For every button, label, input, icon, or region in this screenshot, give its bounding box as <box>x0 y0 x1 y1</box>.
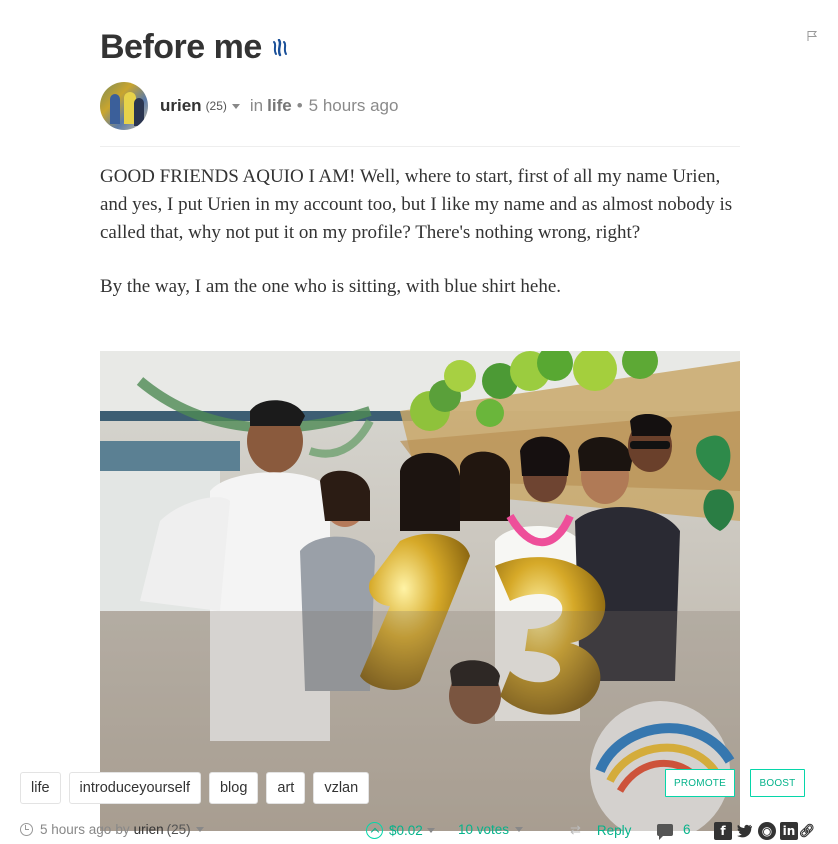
category-link[interactable]: life <box>267 96 292 116</box>
post-photo <box>100 351 740 831</box>
link-icon[interactable]: 🔗︎ <box>799 822 816 840</box>
author-reputation: (25) <box>205 99 227 113</box>
clock-icon <box>20 823 33 836</box>
votes-dropdown-icon[interactable] <box>515 827 524 832</box>
reply-link[interactable]: Reply <box>597 823 632 838</box>
linkedin-icon[interactable]: in <box>780 822 798 840</box>
divider <box>100 146 740 147</box>
share-icons: f ◉ in 🔗︎ <box>714 822 816 840</box>
reply-control: ⇄ Reply <box>570 822 631 838</box>
comments-icon[interactable] <box>657 823 673 840</box>
avatar[interactable] <box>100 82 148 130</box>
flag-icon[interactable] <box>806 30 818 42</box>
resteem-icon[interactable]: ⇄ <box>570 822 581 838</box>
facebook-icon[interactable]: f <box>714 822 732 840</box>
vote-control: $0.02 <box>366 822 445 839</box>
promote-button[interactable]: PROMOTE <box>665 769 735 797</box>
meta-separator: • <box>296 96 303 115</box>
reddit-icon[interactable]: ◉ <box>758 822 776 840</box>
comments-count[interactable]: 6 <box>683 822 691 837</box>
post-footer: 5 hours ago by urien (25) $0.02 10 votes… <box>20 818 830 842</box>
footer-time-ago: 5 hours ago <box>40 822 112 837</box>
footer-author-link[interactable]: urien <box>134 822 164 837</box>
votes-count[interactable]: 10 votes <box>458 822 509 837</box>
tag-list: life introduceyourself blog art vzlan <box>20 772 370 804</box>
boost-button[interactable]: BOOST <box>750 769 805 797</box>
footer-author-dropdown-icon[interactable] <box>195 827 204 832</box>
tag-life[interactable]: life <box>20 772 61 804</box>
comments-control[interactable]: 6 <box>657 822 691 840</box>
twitter-icon[interactable] <box>736 822 754 840</box>
author-link[interactable]: urien <box>160 96 202 116</box>
author-dropdown-icon[interactable] <box>231 103 240 109</box>
paragraph: By the way, I am the one who is sitting,… <box>100 276 562 297</box>
steem-logo-icon <box>272 38 287 56</box>
post-body: GOOD FRIENDS AQUIO I AM! Well, where to … <box>100 163 750 301</box>
upvote-icon[interactable] <box>366 822 383 839</box>
post-title: Before me <box>100 28 288 67</box>
tag-blog[interactable]: blog <box>208 772 259 804</box>
payout-dropdown-icon[interactable] <box>426 828 435 833</box>
payout-value[interactable]: $0.02 <box>389 823 423 838</box>
footer-by-label: by <box>115 822 130 837</box>
in-label: in <box>249 96 264 115</box>
footer-time: 5 hours ago by urien (25) <box>20 822 214 837</box>
tag-art[interactable]: art <box>266 772 306 804</box>
footer-author-reputation: (25) <box>166 822 191 837</box>
post-title-text: Before me <box>100 28 262 66</box>
post-meta: urien (25) in life • 5 hours ago <box>160 96 398 116</box>
author-row: urien (25) in life • 5 hours ago <box>100 82 398 130</box>
paragraph: GOOD FRIENDS AQUIO I AM! Well, where to … <box>100 166 733 243</box>
tag-vzlan[interactable]: vzlan <box>313 772 370 804</box>
post-time: 5 hours ago <box>308 96 399 115</box>
tag-introduceyourself[interactable]: introduceyourself <box>68 772 201 804</box>
votes-control[interactable]: 10 votes <box>458 822 533 837</box>
